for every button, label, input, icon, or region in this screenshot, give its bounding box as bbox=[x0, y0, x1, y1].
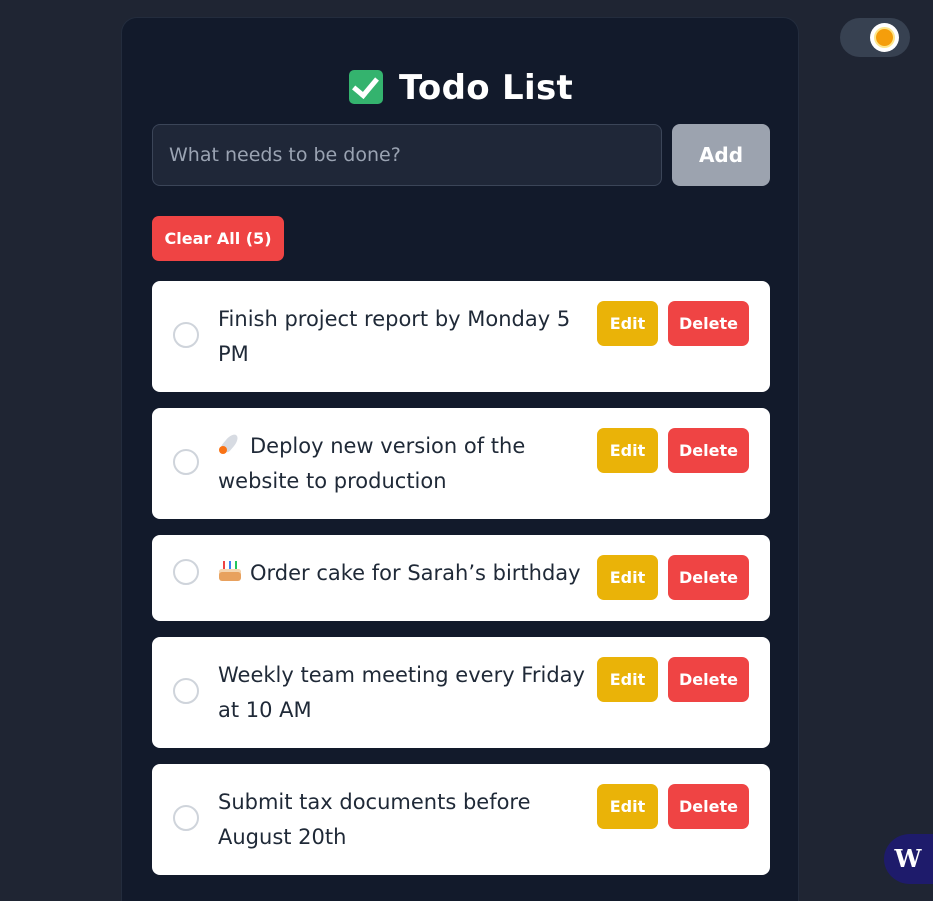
todo-item: Order cake for Sarah’s birthday Edit Del… bbox=[152, 535, 770, 621]
toggle-knob bbox=[870, 23, 899, 52]
todo-item: Weekly team meeting every Friday at 10 A… bbox=[152, 637, 770, 748]
rocket-icon bbox=[218, 432, 242, 456]
edit-button[interactable]: Edit bbox=[597, 301, 658, 346]
clear-all-button[interactable]: Clear All (5) bbox=[152, 216, 284, 261]
todo-item: Deploy new version of the website to pro… bbox=[152, 408, 770, 519]
todo-item: Finish project report by Monday 5 PM Edi… bbox=[152, 281, 770, 392]
todo-checkbox[interactable] bbox=[173, 559, 199, 585]
todo-checkbox[interactable] bbox=[173, 322, 199, 348]
todo-text: Weekly team meeting every Friday at 10 A… bbox=[218, 663, 585, 722]
delete-button[interactable]: Delete bbox=[668, 784, 749, 829]
edit-button[interactable]: Edit bbox=[597, 657, 658, 702]
edit-button[interactable]: Edit bbox=[597, 555, 658, 600]
theme-toggle[interactable] bbox=[840, 18, 910, 57]
page-title: Todo List bbox=[122, 68, 800, 108]
cake-icon bbox=[218, 559, 242, 583]
todo-text: Order cake for Sarah’s birthday bbox=[218, 556, 588, 591]
sun-icon bbox=[876, 29, 893, 46]
todo-text: Deploy new version of the website to pro… bbox=[218, 432, 526, 493]
todo-list: Finish project report by Monday 5 PM Edi… bbox=[152, 281, 770, 891]
todo-item: Submit tax documents before August 20th … bbox=[152, 764, 770, 875]
delete-button[interactable]: Delete bbox=[668, 301, 749, 346]
floating-badge[interactable]: W bbox=[884, 834, 933, 884]
check-box-icon bbox=[348, 70, 383, 104]
todo-checkbox[interactable] bbox=[173, 449, 199, 475]
add-button[interactable]: Add bbox=[672, 124, 770, 186]
todo-text: Submit tax documents before August 20th bbox=[218, 790, 531, 849]
page: Todo List Add Clear All (5) Finish proje… bbox=[0, 0, 933, 901]
todo-text: Finish project report by Monday 5 PM bbox=[218, 307, 571, 366]
edit-button[interactable]: Edit bbox=[597, 428, 658, 473]
delete-button[interactable]: Delete bbox=[668, 555, 749, 600]
edit-button[interactable]: Edit bbox=[597, 784, 658, 829]
task-input[interactable] bbox=[152, 124, 662, 186]
todo-checkbox[interactable] bbox=[173, 805, 199, 831]
page-title-text: Todo List bbox=[398, 68, 574, 108]
delete-button[interactable]: Delete bbox=[668, 657, 749, 702]
todo-checkbox[interactable] bbox=[173, 678, 199, 704]
delete-button[interactable]: Delete bbox=[668, 428, 749, 473]
todo-card: Todo List Add Clear All (5) Finish proje… bbox=[121, 17, 799, 901]
